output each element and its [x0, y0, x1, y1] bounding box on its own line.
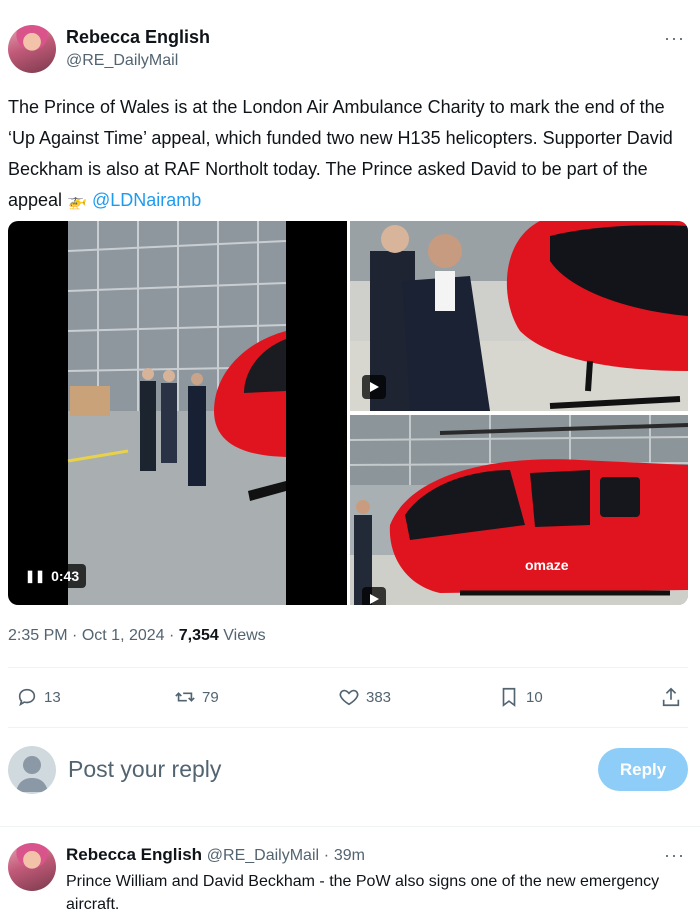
bookmark-icon: [502, 687, 516, 707]
reply-text: Prince William and David Beckham - the P…: [66, 873, 660, 913]
reply-separator: ·: [323, 847, 330, 864]
author-avatar[interactable]: [8, 25, 56, 73]
video-duration-badge: ❚❚ 0:43: [18, 564, 87, 588]
divider: [0, 826, 700, 827]
meta-separator: ·: [169, 627, 175, 644]
photo-tile-top-right[interactable]: [350, 221, 688, 411]
reply-button[interactable]: Reply: [598, 748, 688, 791]
retweet-count: 79: [202, 688, 219, 706]
views-label: Views: [223, 627, 266, 644]
hangar-video-still: [67, 221, 287, 605]
tweet-text: The Prince of Wales is at the London Air…: [8, 92, 692, 217]
heart-icon: [339, 689, 359, 706]
tweet-date[interactable]: Oct 1, 2024: [82, 627, 165, 644]
mention-link[interactable]: @LDNairamb: [92, 190, 201, 210]
reply-age[interactable]: 39m: [334, 847, 365, 864]
share-action[interactable]: [660, 686, 682, 708]
author-name[interactable]: Rebecca English: [66, 27, 210, 48]
reply-count: 13: [44, 688, 61, 706]
retweet-action[interactable]: 79: [174, 686, 219, 708]
reply-icon: [18, 688, 36, 707]
bookmark-count: 10: [526, 688, 543, 706]
tweet-meta: 2:35 PM · Oct 1, 2024 · 7,354 Views: [8, 627, 266, 645]
like-action[interactable]: 383: [338, 686, 391, 708]
pause-icon[interactable]: ❚❚: [25, 569, 45, 583]
like-count: 383: [366, 688, 392, 706]
media-grid: ❚❚ 0:43 omaze: [8, 221, 688, 605]
photo-tile-bottom-right[interactable]: omaze: [350, 415, 688, 605]
helicopter-emoji: 🚁: [67, 193, 87, 210]
reply-input[interactable]: Post your reply: [68, 756, 221, 783]
divider: [8, 727, 688, 728]
reply-author-name[interactable]: Rebecca English: [66, 845, 202, 864]
helicopter-side-photo: [350, 415, 688, 605]
default-avatar-icon: [16, 756, 48, 792]
bookmark-action[interactable]: 10: [498, 686, 543, 708]
reply-header: Rebecca English @RE_DailyMail · 39m: [66, 845, 365, 865]
tweet-time[interactable]: 2:35 PM: [8, 627, 68, 644]
video-tile[interactable]: ❚❚ 0:43: [8, 221, 347, 605]
share-icon: [662, 687, 680, 707]
video-duration: 0:43: [51, 568, 80, 584]
play-icon[interactable]: [362, 587, 386, 605]
retweet-icon: [175, 692, 195, 702]
play-icon[interactable]: [362, 375, 386, 399]
meta-separator: ·: [72, 627, 78, 644]
author-handle[interactable]: @RE_DailyMail: [66, 52, 178, 70]
more-options-button[interactable]: ···: [664, 28, 685, 49]
views-count: 7,354: [178, 627, 219, 644]
beckham-helicopter-photo: [350, 221, 688, 411]
fuselage-brand: omaze: [525, 557, 569, 573]
reply-author-handle[interactable]: @RE_DailyMail: [207, 847, 319, 864]
divider: [8, 667, 688, 668]
reply-action[interactable]: 13: [16, 686, 61, 708]
composer-avatar: [8, 746, 56, 794]
reply-author-avatar[interactable]: [8, 843, 56, 891]
reply-more-options-button[interactable]: ···: [664, 845, 685, 866]
